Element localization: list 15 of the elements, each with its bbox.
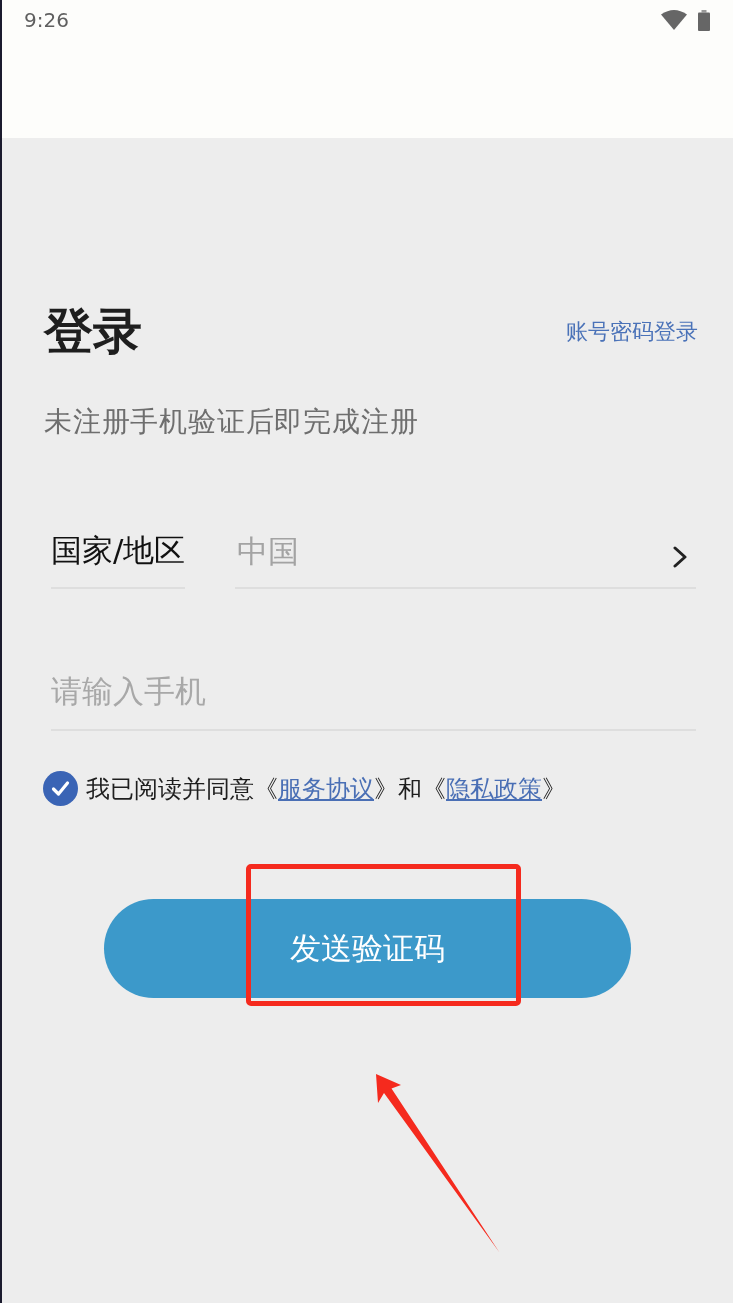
page-title: 登录 <box>44 304 142 360</box>
status-time: 9:26 <box>24 8 69 32</box>
agree-checkbox[interactable] <box>43 771 78 806</box>
chevron-right-icon <box>673 546 687 568</box>
phone-input[interactable]: 请输入手机 <box>51 671 696 731</box>
wifi-icon <box>661 10 687 30</box>
password-login-link[interactable]: 账号密码登录 <box>566 318 698 346</box>
region-label: 国家/地区 <box>51 530 186 589</box>
registration-hint: 未注册手机验证后即完成注册 <box>44 404 420 440</box>
battery-icon <box>698 9 710 31</box>
agreement-text: 我已阅读并同意《服务协议》和《隐私政策》 <box>86 773 566 805</box>
agreement-link[interactable]: 服务协议 <box>278 774 374 803</box>
region-select[interactable]: 中国 <box>235 532 696 589</box>
send-code-button[interactable]: 发送验证码 <box>104 899 631 998</box>
agreement-link[interactable]: 隐私政策 <box>446 774 542 803</box>
